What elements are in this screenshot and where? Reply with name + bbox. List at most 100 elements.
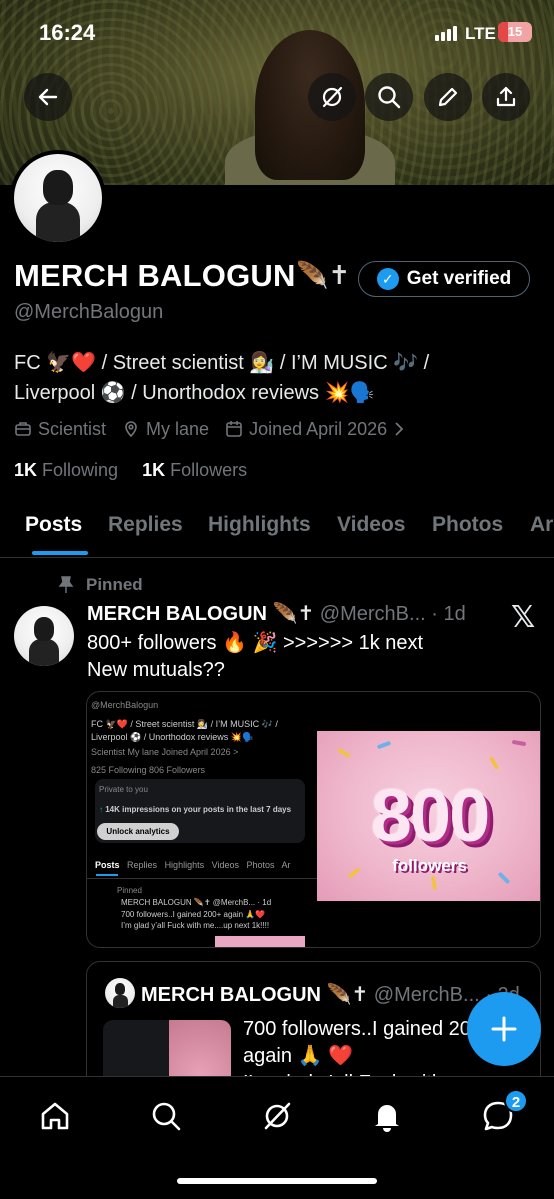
post-handle-time: @MerchB... · 1d xyxy=(319,603,466,625)
profession-label: Scientist xyxy=(38,418,107,439)
quoted-text-line-2: again 🙏 ❤️ xyxy=(243,1045,353,1067)
search-icon xyxy=(378,86,401,109)
followers-milestone-image[interactable]: 800 followers xyxy=(317,731,540,901)
post-media[interactable]: @MerchBalogun FC 🦅❤️ / Street scientist … xyxy=(86,691,541,948)
shot-text-2: I’m glad y’all Fuck with me....up next 1… xyxy=(121,921,270,930)
back-button[interactable] xyxy=(24,73,72,121)
nav-grok[interactable] xyxy=(252,1091,302,1141)
post-text-line-2: New mutuals?? xyxy=(87,659,225,681)
shot-author: MERCH BALOGUN 🪶✝ @MerchB... · 1d xyxy=(121,898,272,907)
edit-button[interactable] xyxy=(424,73,472,121)
quoted-header: MERCH BALOGUN 🪶✝ @MerchB... · 2d xyxy=(141,982,520,1007)
joined-item[interactable]: Joined April 2026 xyxy=(225,419,405,440)
tab-highlights[interactable]: Highlights xyxy=(208,513,311,537)
share-icon xyxy=(496,86,516,107)
post-author-name[interactable]: MERCH BALOGUN xyxy=(87,603,267,625)
profile-tabs: Posts Replies Highlights Videos Photos A… xyxy=(0,500,554,558)
shot-unlock-button: Unlock analytics xyxy=(97,823,179,840)
location-icon xyxy=(125,421,137,438)
nav-home[interactable] xyxy=(30,1091,80,1141)
shot-tabs: Posts Replies Highlights Videos Photos A… xyxy=(95,860,291,870)
followers-count: 1K xyxy=(142,460,166,480)
following-link[interactable]: 1K Following xyxy=(14,460,118,480)
signal-icon xyxy=(435,25,461,41)
compose-post-button[interactable] xyxy=(467,992,541,1066)
media-screenshot[interactable]: @MerchBalogun FC 🦅❤️ / Street scientist … xyxy=(87,692,317,947)
tab-posts[interactable]: Posts xyxy=(25,513,82,537)
quoted-author-emoji: 🪶✝ xyxy=(326,984,369,1006)
shot-stats: 825 Following 806 Followers xyxy=(91,765,206,775)
shot-tab-replies: Replies xyxy=(127,860,158,870)
shot-divider xyxy=(87,878,317,879)
followers-label: Followers xyxy=(170,460,248,480)
grok-button[interactable] xyxy=(308,73,356,121)
tab-articles[interactable]: Ar xyxy=(530,513,553,537)
get-verified-label: Get verified xyxy=(406,268,512,289)
share-button[interactable] xyxy=(482,73,530,121)
quoted-text-line-1: 700 followers..I gained 200+ xyxy=(243,1018,494,1040)
profession-item: Scientist xyxy=(14,419,106,440)
shot-image-preview xyxy=(215,936,305,947)
following-count: 1K xyxy=(14,460,38,480)
post-text: 800+ followers 🔥 🎉 >>>>>> 1k next New mu… xyxy=(87,630,423,684)
search-icon xyxy=(152,1102,181,1131)
tab-photos[interactable]: Photos xyxy=(432,513,503,537)
shot-impressions: ↑ 14K impressions on your posts in the l… xyxy=(99,805,292,814)
shot-text-1: 700 followers..I gained 200+ again 🙏❤️ xyxy=(121,910,266,919)
profile-bio: FC 🦅❤️ / Street scientist 👩‍🔬 / I’M MUSI… xyxy=(14,348,534,408)
search-button[interactable] xyxy=(365,73,413,121)
location-label: My lane xyxy=(146,418,210,439)
location-item: My lane xyxy=(122,419,209,440)
shot-tab-photos: Photos xyxy=(246,860,275,870)
briefcase-icon xyxy=(15,422,31,436)
home-icon xyxy=(41,1102,69,1130)
battery-icon: 15 xyxy=(498,22,532,42)
calendar-icon xyxy=(226,421,242,437)
x-logo-icon[interactable]: 𝕏 xyxy=(511,600,535,635)
profile-name: MERCH BALOGUN xyxy=(14,258,296,293)
messages-badge: 2 xyxy=(504,1089,528,1113)
shot-bio-2: Liverpool ⚽️ / Unorthodox reviews 💥🗣️ xyxy=(91,732,254,742)
quoted-author-name: MERCH BALOGUN xyxy=(141,984,321,1006)
shot-tab-indicator xyxy=(96,874,118,876)
shot-tab-articles: Ar xyxy=(281,860,291,870)
post-text-line-1: 800+ followers 🔥 🎉 >>>>>> 1k next xyxy=(87,632,424,654)
nav-notifications[interactable] xyxy=(362,1091,412,1141)
post-author-avatar[interactable] xyxy=(14,606,74,666)
shot-tab-highlights: Highlights xyxy=(164,860,205,870)
grok-icon xyxy=(322,86,343,108)
shot-bio-1: FC 🦅❤️ / Street scientist 👩‍🔬 / I’M MUSI… xyxy=(91,719,278,729)
pinned-indicator: Pinned xyxy=(58,575,143,595)
profile-avatar[interactable] xyxy=(10,150,106,246)
verified-badge-icon: ✓ xyxy=(376,268,399,290)
grok-icon xyxy=(264,1102,291,1130)
shot-tab-videos: Videos xyxy=(211,860,239,870)
tab-videos[interactable]: Videos xyxy=(337,513,405,537)
home-indicator[interactable] xyxy=(177,1178,377,1184)
tab-replies[interactable]: Replies xyxy=(108,513,183,537)
get-verified-button[interactable]: ✓ Get verified xyxy=(358,261,530,297)
plus-icon xyxy=(491,1016,517,1042)
chevron-right-icon xyxy=(395,422,404,436)
milestone-number: 800 xyxy=(370,774,490,857)
quoted-author-avatar xyxy=(105,978,135,1008)
battery-level: 15 xyxy=(507,24,523,39)
status-bar: 16:24 LTE 15 xyxy=(0,0,554,70)
shot-handle: @MerchBalogun xyxy=(91,700,159,710)
shot-impressions-text: 14K impressions on your posts in the las… xyxy=(105,805,292,814)
network-label: LTE xyxy=(465,24,496,43)
active-tab-indicator xyxy=(32,551,88,555)
following-label: Following xyxy=(42,460,119,480)
post-author-emoji: 🪶✝ xyxy=(272,603,315,625)
profile-name-emoji: 🪶✝ xyxy=(296,260,351,290)
milestone-label: followers xyxy=(392,856,467,875)
status-time: 16:24 xyxy=(39,20,96,45)
notifications-icon xyxy=(375,1105,399,1132)
back-icon xyxy=(38,88,58,106)
bio-line-1: FC 🦅❤️ / Street scientist 👩‍🔬 / I’M MUSI… xyxy=(14,352,430,374)
profile-handle: @MerchBalogun xyxy=(14,301,164,323)
followers-link[interactable]: 1K Followers xyxy=(142,460,247,480)
profile-stats: 1K Following 1K Followers xyxy=(14,460,247,481)
nav-search[interactable] xyxy=(141,1091,191,1141)
edit-icon xyxy=(438,87,458,107)
